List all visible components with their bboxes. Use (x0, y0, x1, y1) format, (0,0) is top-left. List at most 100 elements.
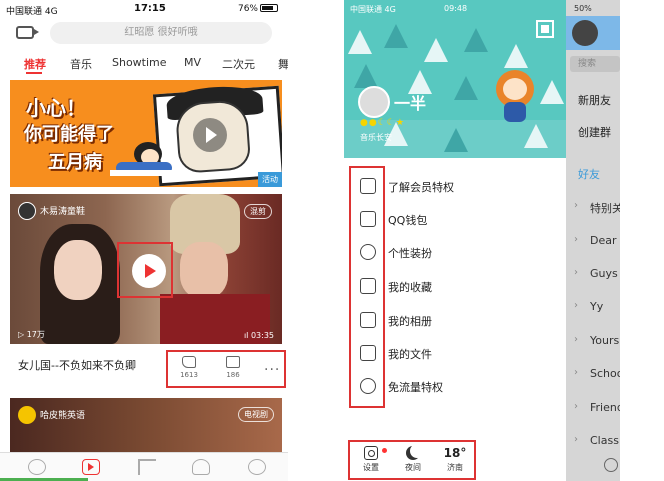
tree (454, 76, 478, 100)
level-icons[interactable]: ●●☾☾★ (360, 118, 405, 128)
create-group-item[interactable]: 创建群 (578, 124, 611, 140)
weather-button[interactable]: 18° 济南 (438, 446, 472, 473)
carrier-label: 中国联通 4G (6, 7, 58, 17)
chevron-right-icon: › (574, 334, 578, 345)
menu-label: 我的相册 (388, 315, 432, 328)
search-placeholder: 红昭愿 很好听哦 (124, 27, 198, 38)
banner-line-1: 小心！ (26, 96, 86, 120)
tree (524, 124, 548, 148)
music-note-icon[interactable] (138, 459, 156, 475)
contacts-panel-peek[interactable]: 50% 搜索 新朋友 创建群 好友 › 特别关心 › Dear › Guys ›… (566, 0, 620, 481)
search-placeholder: 搜索 (578, 59, 597, 69)
contacts-avatar[interactable] (572, 20, 598, 46)
group-item[interactable]: Guys (590, 267, 618, 280)
bottom-nav (0, 452, 288, 481)
category-tabs: 推荐 音乐 Showtime MV 二次元 舞 (0, 52, 288, 74)
tree (348, 30, 372, 54)
settings-button[interactable]: 设置 (354, 446, 388, 473)
clock: 17:15 (134, 3, 166, 14)
nickname[interactable]: 一半 (394, 90, 426, 114)
group-item[interactable]: School (590, 367, 620, 380)
tab-recommend[interactable]: 推荐 (24, 56, 46, 72)
group-item[interactable]: 特别关心 (590, 200, 620, 216)
tab-friends[interactable]: 好友 (578, 166, 600, 182)
author-avatar-2[interactable] (18, 406, 36, 424)
night-label: 夜间 (405, 463, 421, 472)
comment-button[interactable]: 186 (218, 356, 248, 379)
more-icon[interactable]: ··· (264, 362, 280, 378)
group-item[interactable]: Dear (590, 234, 617, 247)
tree (540, 80, 564, 104)
smile-icon[interactable] (604, 458, 618, 472)
chevron-right-icon: › (574, 434, 578, 445)
mascot-face (503, 78, 527, 100)
menu-item-wallet[interactable]: QQ钱包 (344, 211, 544, 231)
clock: 09:48 (444, 4, 468, 13)
video-title[interactable]: 女儿国--不负如来不负卿 (18, 357, 136, 373)
group-item[interactable]: Class (590, 434, 619, 447)
battery-percent: 50% (574, 4, 592, 13)
user-avatar[interactable] (358, 86, 390, 118)
tab-dance[interactable]: 舞 (278, 56, 288, 72)
menu-item-favorites[interactable]: 我的收藏 (344, 278, 544, 298)
menu-item-album[interactable]: 我的相册 (344, 312, 544, 332)
photo-album-icon (360, 312, 376, 328)
video-play-icon[interactable] (82, 459, 100, 475)
new-friends-item[interactable]: 新朋友 (578, 92, 611, 108)
qr-code-icon[interactable] (536, 20, 554, 38)
tab-mv[interactable]: MV (184, 56, 201, 69)
profile-icon[interactable] (248, 459, 266, 475)
profile-header[interactable]: 中国联通 4G 09:48 一半 ●●☾☾★ 音乐长安 (344, 0, 566, 158)
mascot-body (504, 102, 526, 122)
notification-dot (382, 448, 387, 453)
video-tag: 混剪 (244, 204, 272, 219)
group-item[interactable]: Yours (590, 334, 619, 347)
settings-icon (364, 446, 378, 460)
chevron-right-icon: › (574, 401, 578, 412)
chevron-right-icon: › (574, 367, 578, 378)
duration: ıl 03:35 (243, 331, 274, 340)
tab-music[interactable]: 音乐 (70, 56, 92, 72)
author-avatar[interactable] (18, 202, 36, 220)
activity-badge: 活动 (258, 172, 282, 187)
menu-item-files[interactable]: 我的文件 (344, 345, 544, 365)
night-mode-button[interactable]: 夜间 (396, 446, 430, 473)
like-count: 1613 (180, 371, 198, 379)
active-tab-indicator (26, 72, 42, 74)
tree (384, 24, 408, 48)
tree (464, 28, 488, 52)
top-bar: 红昭愿 很好听哦 (0, 18, 288, 46)
bookmark-star-icon (360, 278, 376, 294)
disc-icon[interactable] (28, 459, 46, 475)
view-count-value: 17万 (26, 330, 45, 339)
group-item[interactable]: Yy (590, 300, 603, 313)
banner-play-icon[interactable] (193, 118, 227, 152)
thumbnail-face-left (54, 240, 102, 300)
video-card-2[interactable]: 哈皮熊英语 电视剧 (10, 398, 282, 458)
tree (424, 38, 448, 62)
group-item[interactable]: Friends (590, 401, 620, 414)
people-icon[interactable] (192, 459, 210, 475)
like-button[interactable]: 1613 (174, 356, 204, 379)
tab-anime[interactable]: 二次元 (222, 56, 255, 72)
video-card[interactable]: 木易涛童鞋 混剪 ▷ 17万 ıl 03:35 (10, 194, 282, 344)
menu-item-free-data[interactable]: 免流量特权 (344, 378, 544, 398)
author-name[interactable]: 木易涛童鞋 (40, 204, 85, 217)
search-input[interactable]: 红昭愿 很好听哦 (50, 22, 272, 44)
tab-showtime[interactable]: Showtime (112, 56, 167, 69)
author-name-2[interactable]: 哈皮熊英语 (40, 408, 85, 421)
menu-item-theme[interactable]: 个性装扮 (344, 244, 544, 264)
menu-item-vip[interactable]: 了解会员特权 (344, 178, 544, 198)
menu-label: QQ钱包 (388, 214, 428, 227)
contacts-search-input[interactable]: 搜索 (570, 56, 620, 72)
drawer-bottom-bar: 设置 夜间 18° 济南 (348, 440, 476, 480)
signature[interactable]: 音乐长安 (360, 132, 392, 143)
play-icon[interactable] (132, 254, 166, 288)
chevron-right-icon: › (574, 267, 578, 278)
chevron-right-icon: › (574, 234, 578, 245)
promo-banner[interactable]: 小心！ 你可能得了 五月病 活动 (10, 80, 282, 187)
music-app-screen: 中国联通 4G 17:15 76% 红昭愿 很好听哦 推荐 音乐 Showtim… (0, 0, 288, 481)
status-bar: 中国联通 4G 17:15 76% (0, 0, 288, 18)
camera-icon[interactable] (16, 26, 39, 39)
video-tag-2: 电视剧 (238, 407, 274, 422)
